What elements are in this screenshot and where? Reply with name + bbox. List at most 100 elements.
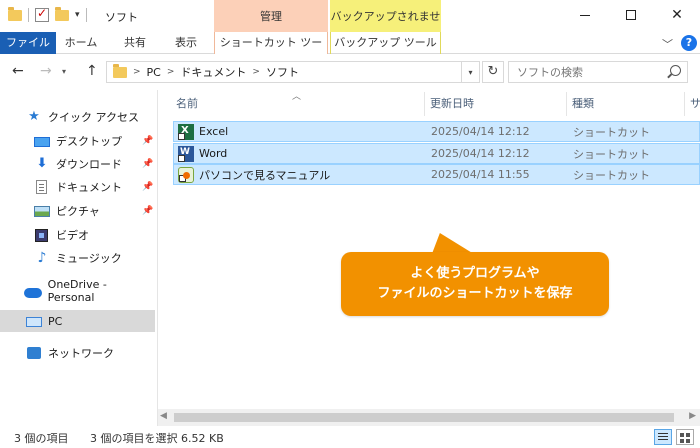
horizontal-scrollbar[interactable]: ◀ ▶ [158, 409, 700, 426]
file-date: 2025/04/14 11:55 [431, 168, 530, 181]
sidebar-item-label: ピクチャ [56, 205, 100, 218]
tab-shortcut-tools[interactable]: ショートカット ツール [214, 32, 328, 71]
sidebar-item-label: クイック アクセス [48, 111, 139, 124]
column-divider[interactable] [566, 92, 567, 116]
minimize-button[interactable] [562, 0, 608, 30]
back-icon[interactable]: ← [12, 63, 24, 79]
context-tab-backup[interactable]: バックアップされません [330, 0, 441, 57]
shortcut-overlay-icon [178, 132, 185, 140]
new-folder-icon[interactable] [55, 6, 69, 21]
shortcut-overlay-icon [178, 154, 185, 162]
document-icon [36, 180, 47, 194]
file-name: パソコンで見るマニュアル [199, 168, 331, 182]
help-icon[interactable]: ? [681, 35, 697, 51]
scrollbar-thumb[interactable] [174, 413, 674, 422]
download-icon: ⬇ [36, 156, 48, 171]
cloud-icon [24, 287, 42, 298]
callout-line-2: ファイルのショートカットを保存 [377, 286, 573, 301]
network-icon [27, 347, 41, 359]
breadcrumb-pc[interactable]: PC [147, 66, 161, 79]
close-button[interactable]: ✕ [654, 0, 700, 30]
breadcrumb-documents[interactable]: ドキュメント [180, 64, 246, 80]
sidebar-item-label: ダウンロード [56, 158, 122, 171]
folder-icon [8, 6, 22, 21]
sidebar-item-documents[interactable]: ドキュメント 📌 [0, 176, 155, 198]
shortcut-overlay-icon [179, 174, 186, 182]
minimize-icon [580, 14, 590, 16]
column-header-size[interactable]: サ [690, 92, 700, 116]
column-divider[interactable] [424, 92, 425, 116]
sidebar-item-network[interactable]: ネットワーク [0, 342, 155, 364]
table-row[interactable]: Excel 2025/04/14 12:12 ショートカット [173, 121, 700, 142]
divider [85, 8, 87, 22]
sidebar-item-quick-access[interactable]: ★ クイック アクセス [0, 106, 155, 128]
sidebar-item-label: ドキュメント [56, 181, 122, 194]
tab-file[interactable]: ファイル [0, 32, 56, 54]
column-header-type[interactable]: 種類 [572, 92, 594, 116]
item-count: 3 個の項目 [14, 432, 69, 445]
callout-line-1: よく使うプログラムや [410, 266, 540, 281]
details-view-icon[interactable] [654, 429, 672, 445]
callout-annotation: よく使うプログラムや ファイルのショートカットを保存 [341, 252, 609, 316]
recent-locations-icon[interactable]: ▾ [62, 67, 66, 76]
excel-icon [178, 123, 194, 140]
divider [28, 8, 29, 22]
pin-icon[interactable]: 📌 [142, 182, 153, 192]
pictures-icon [34, 206, 50, 217]
scroll-right-icon[interactable]: ▶ [689, 411, 696, 421]
file-type: ショートカット [573, 125, 650, 139]
window-title: ソフト [105, 11, 138, 24]
tab-home[interactable]: ホーム [56, 32, 106, 54]
file-date: 2025/04/14 12:12 [431, 147, 530, 160]
column-header-name[interactable]: 名前 [176, 92, 198, 116]
tab-share[interactable]: 共有 [110, 32, 160, 54]
scroll-left-icon[interactable]: ◀ [160, 411, 167, 421]
context-tab-manage[interactable]: 管理 [214, 0, 328, 32]
sidebar-item-desktop[interactable]: デスクトップ 📌 [0, 130, 155, 152]
up-icon[interactable]: ↑ [86, 63, 98, 79]
sidebar-item-onedrive[interactable]: OneDrive - Personal [0, 278, 155, 304]
sidebar-item-downloads[interactable]: ⬇ ダウンロード 📌 [0, 153, 155, 175]
pin-icon[interactable]: 📌 [142, 159, 153, 169]
sidebar-item-pc[interactable]: PC [0, 310, 155, 332]
close-icon: ✕ [671, 7, 683, 23]
folder-icon [113, 63, 127, 78]
properties-icon[interactable] [35, 6, 49, 22]
word-icon [178, 145, 194, 162]
navigation-pane: ★ クイック アクセス デスクトップ 📌 ⬇ ダウンロード 📌 ドキュメント 📌… [0, 90, 158, 426]
address-bar[interactable]: > PC > ドキュメント > ソフト [106, 61, 462, 83]
file-date: 2025/04/14 12:12 [431, 125, 530, 138]
sidebar-item-pictures[interactable]: ピクチャ 📌 [0, 200, 155, 222]
forward-icon[interactable]: → [40, 63, 52, 79]
customize-toolbar-icon[interactable]: ▾ [75, 10, 80, 20]
tab-backup-tools[interactable]: バックアップ ツール [330, 32, 441, 54]
pin-icon[interactable]: 📌 [142, 206, 153, 216]
desktop-icon [34, 137, 50, 147]
computer-icon [26, 316, 42, 327]
sidebar-item-label: PC [48, 314, 63, 328]
table-row[interactable]: パソコンで見るマニュアル 2025/04/14 11:55 ショートカット [173, 164, 700, 185]
sidebar-item-videos[interactable]: ビデオ [0, 224, 155, 246]
chevron-right-icon[interactable]: > [252, 67, 260, 77]
chevron-right-icon[interactable]: > [133, 67, 141, 77]
breadcrumb-soft[interactable]: ソフト [266, 64, 299, 80]
table-row[interactable]: Word 2025/04/14 12:12 ショートカット [173, 143, 700, 164]
large-icons-view-icon[interactable] [676, 429, 694, 445]
column-header-date[interactable]: 更新日時 [430, 92, 474, 116]
pin-icon[interactable]: 📌 [142, 136, 153, 146]
sidebar-item-label: ネットワーク [48, 347, 114, 360]
sidebar-item-music[interactable]: ♪ ミュージック [0, 247, 155, 269]
chevron-right-icon[interactable]: > [167, 67, 175, 77]
search-box[interactable] [508, 61, 688, 83]
file-name: Excel [199, 125, 229, 138]
tab-view[interactable]: 表示 [164, 32, 208, 54]
address-dropdown-icon[interactable]: ▾ [462, 61, 480, 83]
maximize-button[interactable] [608, 0, 654, 30]
file-name-cell: Excel [178, 123, 229, 140]
column-divider[interactable] [684, 92, 685, 116]
search-input[interactable] [517, 65, 677, 79]
refresh-icon[interactable]: ↻ [482, 61, 504, 83]
file-type: ショートカット [573, 168, 650, 182]
expand-ribbon-icon[interactable]: ﹀ [662, 36, 673, 52]
music-icon: ♪ [37, 250, 47, 266]
